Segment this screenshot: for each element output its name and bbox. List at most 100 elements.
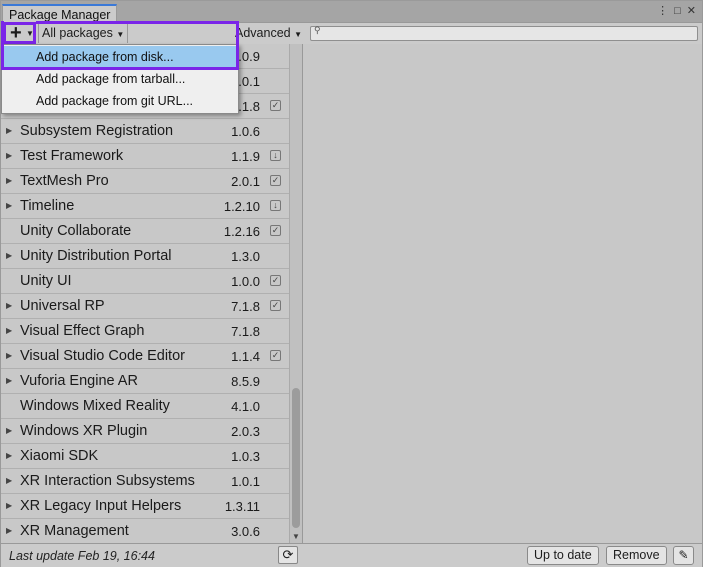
package-row[interactable]: Unity Collaborate 1.2.16 ✓	[1, 219, 289, 244]
status-bar: Last update Feb 19, 16:44 ⟳ Up to date R…	[1, 543, 702, 567]
expand-arrow-icon[interactable]: ▶	[6, 351, 12, 360]
package-version: 1.3.0	[231, 249, 260, 264]
package-name: TextMesh Pro	[20, 173, 109, 189]
package-list: 1.0.9 1.0.1 7.1.8 ✓ ▶ Subsystem Registration 1…	[1, 44, 289, 543]
expand-arrow-icon[interactable]: ▶	[6, 376, 12, 385]
chevron-down-icon: ▼	[116, 30, 125, 39]
package-name: Timeline	[20, 198, 75, 214]
package-name: XR Interaction Subsystems	[20, 473, 195, 489]
plus-icon: +	[10, 22, 22, 44]
package-version: 1.1.9	[231, 149, 260, 164]
pencil-icon: ✎	[678, 548, 689, 562]
package-row[interactable]: Unity UI 1.0.0 ✓	[1, 269, 289, 294]
package-row[interactable]: ▶ Visual Studio Code Editor 1.1.4 ✓	[1, 344, 289, 369]
installed-check-icon: ✓	[270, 175, 281, 186]
package-name: Xiaomi SDK	[20, 448, 99, 464]
remove-button[interactable]: Remove	[606, 546, 667, 565]
search-input[interactable]: ⚲	[310, 25, 698, 41]
package-version: 1.0.0	[231, 274, 260, 289]
package-row[interactable]: ▶ Vuforia Engine AR 8.5.9	[1, 369, 289, 394]
search-icon: ⚲	[314, 25, 321, 35]
package-version: 4.1.0	[231, 399, 260, 414]
package-filter-dropdown[interactable]: All packages ▼	[38, 24, 128, 43]
package-version: 1.0.1	[231, 474, 260, 489]
expand-arrow-icon[interactable]: ▶	[6, 501, 12, 510]
package-row[interactable]: ▶ XR Management 3.0.6	[1, 519, 289, 543]
package-name: Vuforia Engine AR	[20, 373, 138, 389]
expand-arrow-icon[interactable]: ▶	[6, 201, 12, 210]
package-name: Unity Collaborate	[20, 223, 132, 239]
package-filter-label: All packages	[42, 26, 113, 40]
package-version: 1.1.4	[231, 349, 260, 364]
package-version: 7.1.8	[231, 299, 260, 314]
installed-check-icon: ✓	[270, 225, 281, 236]
package-name: Unity UI	[20, 273, 72, 289]
package-row[interactable]: ▶ Visual Effect Graph 7.1.8	[1, 319, 289, 344]
package-row[interactable]: ▶ Unity Distribution Portal 1.3.0	[1, 244, 289, 269]
package-version: 1.2.16	[223, 224, 260, 239]
installed-check-icon: ✓	[270, 350, 281, 361]
package-row[interactable]: ▶ Subsystem Registration 1.0.6	[1, 119, 289, 144]
expand-arrow-icon[interactable]: ▶	[6, 326, 12, 335]
scrollbar-thumb[interactable]	[292, 388, 300, 528]
advanced-dropdown[interactable]: Advanced ▼	[233, 24, 303, 43]
chevron-down-icon: ▼	[26, 29, 34, 38]
expand-arrow-icon[interactable]: ▶	[6, 301, 12, 310]
package-name: Unity Distribution Portal	[20, 248, 172, 264]
scroll-down-icon[interactable]: ▼	[292, 532, 300, 541]
menu-item-add-from-git-url[interactable]: Add package from git URL...	[2, 90, 238, 112]
expand-arrow-icon[interactable]: ▶	[6, 126, 12, 135]
close-icon[interactable]: ✕	[687, 4, 696, 18]
maximize-icon[interactable]: □	[674, 4, 681, 18]
highlight-frame-top	[36, 21, 239, 24]
toolbar: + ▼ All packages ▼ Advanced ▼ ⚲	[1, 22, 702, 45]
package-version: 2.0.1	[231, 174, 260, 189]
package-row[interactable]: ▶ Test Framework 1.1.9 ↓	[1, 144, 289, 169]
package-row[interactable]: ▶ Timeline 1.2.10 ↓	[1, 194, 289, 219]
package-name: Visual Studio Code Editor	[20, 348, 185, 364]
expand-arrow-icon[interactable]: ▶	[6, 251, 12, 260]
menu-item-add-from-tarball[interactable]: Add package from tarball...	[2, 68, 238, 90]
package-row[interactable]: ▶ TextMesh Pro 2.0.1 ✓	[1, 169, 289, 194]
package-row[interactable]: Windows Mixed Reality 4.1.0	[1, 394, 289, 419]
expand-arrow-icon[interactable]: ▶	[6, 476, 12, 485]
refresh-button[interactable]: ⟳	[278, 546, 298, 564]
package-row[interactable]: ▶ XR Legacy Input Helpers 1.3.11	[1, 494, 289, 519]
package-name: XR Management	[20, 523, 129, 539]
installed-check-icon: ✓	[270, 100, 281, 111]
package-version: 7.1.8	[231, 324, 260, 339]
package-row[interactable]: ▶ XR Interaction Subsystems 1.0.1	[1, 469, 289, 494]
more-icon[interactable]: ⋮	[657, 4, 668, 18]
package-name: Windows Mixed Reality	[20, 398, 170, 414]
advanced-label: Advanced	[235, 26, 291, 40]
up-to-date-button[interactable]: Up to date	[527, 546, 599, 565]
expand-arrow-icon[interactable]: ▶	[6, 426, 12, 435]
package-row[interactable]: ▶ Universal RP 7.1.8 ✓	[1, 294, 289, 319]
package-list-scrollbar[interactable]: ▼	[289, 44, 302, 543]
package-version: 8.5.9	[231, 374, 260, 389]
package-name: Universal RP	[20, 298, 105, 314]
installed-check-icon: ✓	[270, 275, 281, 286]
expand-arrow-icon[interactable]: ▶	[6, 451, 12, 460]
package-name: Subsystem Registration	[20, 123, 174, 139]
expand-arrow-icon[interactable]: ▶	[6, 176, 12, 185]
package-version: 1.0.6	[231, 124, 260, 139]
package-manager-window: Package Manager ⋮ □ ✕ + ▼ All packages ▼…	[0, 0, 703, 567]
menu-item-add-from-disk[interactable]: Add package from disk...	[2, 46, 238, 68]
window-controls: ⋮ □ ✕	[657, 4, 696, 18]
window-titlebar: Package Manager ⋮ □ ✕	[1, 1, 702, 23]
add-package-button[interactable]: + ▼	[3, 22, 36, 44]
package-name: XR Legacy Input Helpers	[20, 498, 182, 514]
refresh-icon: ⟳	[282, 547, 294, 562]
installed-check-icon: ✓	[270, 300, 281, 311]
package-row[interactable]: ▶ Windows XR Plugin 2.0.3	[1, 419, 289, 444]
package-name: Windows XR Plugin	[20, 423, 148, 439]
edit-button[interactable]: ✎	[673, 546, 694, 565]
package-version: 1.3.11	[224, 499, 260, 514]
chevron-down-icon: ▼	[294, 30, 303, 39]
last-update-text: Last update Feb 19, 16:44	[9, 549, 155, 563]
expand-arrow-icon[interactable]: ▶	[6, 151, 12, 160]
package-row[interactable]: ▶ Xiaomi SDK 1.0.3	[1, 444, 289, 469]
package-details-pane	[303, 44, 702, 543]
expand-arrow-icon[interactable]: ▶	[6, 526, 12, 535]
